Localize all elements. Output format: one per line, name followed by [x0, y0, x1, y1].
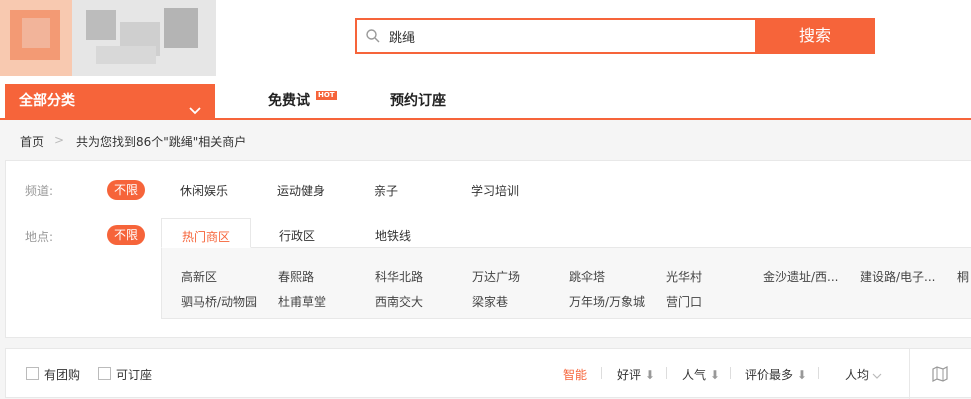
sort-rating[interactable]: 好评 ⬇ [617, 366, 655, 383]
sort-smart[interactable]: 智能 [563, 366, 587, 383]
channel-option[interactable]: 休闲娱乐 [180, 182, 228, 199]
sort-popularity[interactable]: 人气 ⬇ [682, 366, 720, 383]
area-option[interactable]: 杜甫草堂 [278, 293, 326, 310]
reservable-checkbox[interactable] [98, 367, 111, 380]
area-option[interactable]: 万达广场 [472, 268, 520, 285]
area-option[interactable]: 建设路/电子... [860, 268, 936, 285]
channel-option[interactable]: 学习培训 [471, 182, 519, 199]
sort-per-capita-label: 人均 [845, 368, 870, 382]
area-option[interactable]: 西南交大 [375, 293, 423, 310]
divider [601, 367, 602, 379]
header: 跳绳 搜索 全部分类 免费试 HOT 预约订座 [0, 0, 971, 120]
group-buy-checkbox[interactable] [26, 367, 39, 380]
channel-label: 频道: [25, 184, 54, 198]
area-option[interactable]: 光华村 [666, 268, 702, 285]
area-option[interactable]: 营门口 [666, 293, 702, 310]
sort-rating-label: 好评 [617, 368, 642, 382]
all-categories-button[interactable]: 全部分类 [5, 84, 215, 120]
channel-option[interactable]: 运动健身 [277, 182, 325, 199]
arrow-down-icon: ⬇ [793, 368, 807, 382]
area-option[interactable]: 金沙遗址/西... [763, 268, 839, 285]
area-option[interactable]: 万年场/万象城 [569, 293, 645, 310]
area-option[interactable]: 科华北路 [375, 268, 423, 285]
chevron-down-icon [189, 95, 201, 115]
divider [666, 367, 667, 379]
sort-most-reviews[interactable]: 评价最多 ⬇ [745, 366, 807, 383]
arrow-down-icon: ⬇ [706, 368, 720, 382]
breadcrumb-home[interactable]: 首页 [20, 133, 44, 150]
search-button[interactable]: 搜索 [755, 18, 875, 54]
search-icon [365, 28, 381, 44]
result-count-text: 共为您找到86个"跳绳"相关商户 [76, 135, 247, 149]
sort-per-capita[interactable]: 人均 [845, 366, 882, 383]
channel-any-tag[interactable]: 不限 [107, 180, 146, 200]
group-buy-label[interactable]: 有团购 [44, 366, 80, 383]
tab-hot-areas[interactable]: 热门商区 [161, 218, 252, 248]
breadcrumb: 首页 > 共为您找到86个"跳绳"相关商户 [0, 122, 971, 158]
breadcrumb-separator: > [54, 133, 65, 147]
sort-most-reviews-label: 评价最多 [745, 368, 794, 382]
location-tabs: 热门商区 行政区 地铁线 [161, 218, 971, 248]
area-option[interactable]: 梁家巷 [472, 293, 508, 310]
divider [818, 367, 819, 379]
map-button[interactable] [909, 349, 971, 399]
all-categories-label: 全部分类 [19, 93, 75, 109]
area-option[interactable]: 桐 [957, 268, 969, 285]
area-option[interactable]: 驷马桥/动物园 [181, 293, 257, 310]
area-option[interactable]: 跳伞塔 [569, 268, 605, 285]
map-icon [931, 365, 949, 387]
hot-badge: HOT [316, 91, 337, 100]
search-input[interactable]: 跳绳 [389, 27, 415, 46]
reservable-label[interactable]: 可订座 [116, 366, 152, 383]
search-box[interactable]: 跳绳 搜索 [355, 18, 875, 54]
location-label: 地点: [25, 230, 54, 244]
nav-free-trial[interactable]: 免费试 [268, 84, 310, 118]
area-list: 高新区 春熙路 科华北路 万达广场 跳伞塔 光华村 金沙遗址/西... 建设路/… [161, 248, 971, 319]
chevron-down-icon [872, 369, 882, 383]
location-any-tag[interactable]: 不限 [107, 225, 146, 245]
arrow-down-icon: ⬇ [641, 368, 655, 382]
tab-metro-lines[interactable]: 地铁线 [375, 218, 411, 248]
main-nav: 全部分类 免费试 HOT 预约订座 [0, 84, 971, 120]
divider [730, 367, 731, 379]
tab-districts[interactable]: 行政区 [279, 218, 315, 248]
logo[interactable] [0, 0, 216, 76]
channel-option[interactable]: 亲子 [374, 182, 398, 199]
area-option[interactable]: 高新区 [181, 268, 217, 285]
sort-bar: 有团购 可订座 智能 好评 ⬇ 人气 ⬇ 评价最多 ⬇ 人均 [5, 348, 971, 399]
nav-reserve[interactable]: 预约订座 [390, 84, 446, 118]
filter-panel: 频道: 不限 休闲娱乐 运动健身 亲子 学习培训 地点: 不限 热门商区 行政区… [5, 160, 971, 338]
area-option[interactable]: 春熙路 [278, 268, 314, 285]
sort-popularity-label: 人气 [682, 368, 707, 382]
